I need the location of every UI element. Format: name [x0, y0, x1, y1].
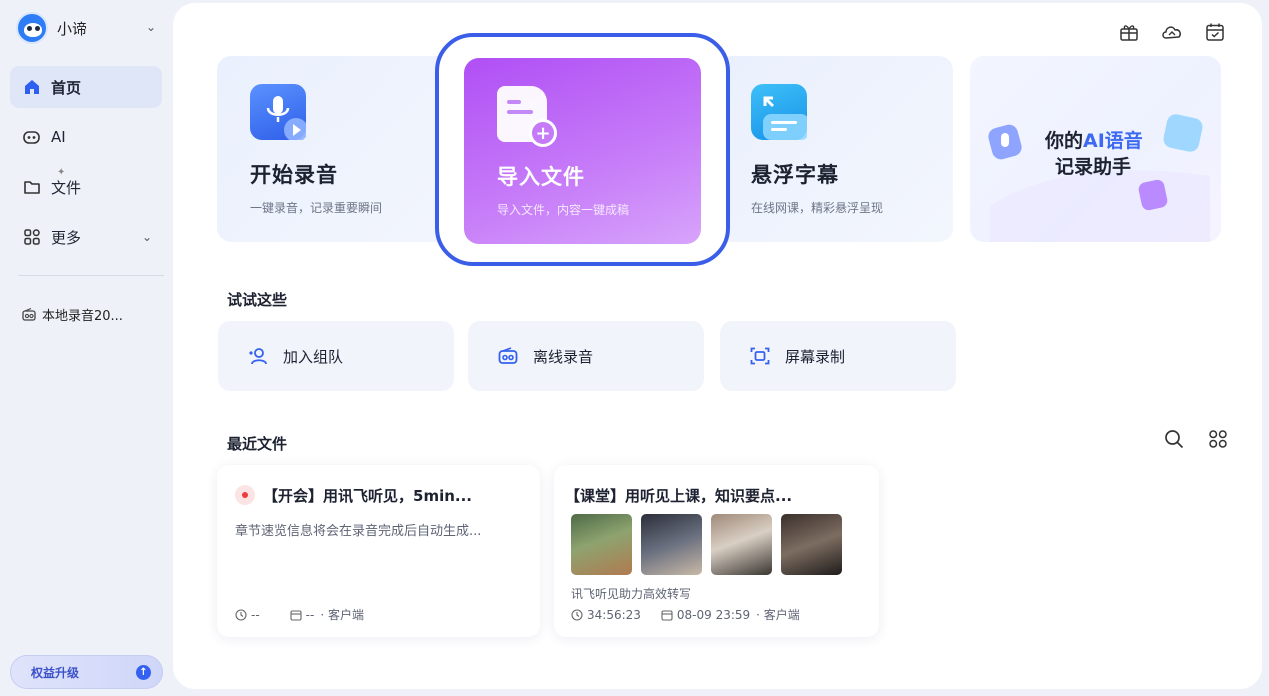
- floating-subtitle-card[interactable]: 悬浮字幕 在线网课，精彩悬浮呈现: [718, 56, 953, 242]
- ai-icon: [22, 127, 42, 147]
- mic-icon: [250, 84, 308, 142]
- sidebar-item-local-recording[interactable]: 本地录音20...: [22, 305, 123, 324]
- subtitle-icon: [751, 84, 809, 140]
- try-section-title: 试试这些: [227, 291, 288, 309]
- sidebar-item-label: 首页: [51, 78, 82, 97]
- sidebar-divider: [18, 275, 164, 276]
- file-title: 【开会】用讯飞听见，5min...: [263, 487, 472, 505]
- sidebar-item-home[interactable]: 首页: [10, 66, 162, 108]
- chevron-down-icon: ⌄: [145, 20, 156, 34]
- chevron-down-icon: ⌄: [141, 230, 152, 244]
- recent-file-card[interactable]: 【开会】用讯飞听见，5min... 章节速览信息将会在录音完成后自动生成... …: [217, 465, 540, 637]
- top-toolbar: [1116, 19, 1228, 45]
- upgrade-label: 权益升级: [31, 665, 80, 680]
- join-team-button[interactable]: 加入组队: [218, 321, 454, 391]
- thumbnail-image: [781, 514, 842, 575]
- recent-files-tools: [1164, 429, 1228, 453]
- calendar-small-icon: [290, 609, 302, 621]
- team-icon: [248, 347, 268, 365]
- try-item-label: 离线录音: [533, 347, 594, 366]
- card-title: 悬浮字幕: [751, 163, 839, 187]
- file-title: 【课堂】用听见上课，知识要点...: [565, 487, 793, 505]
- arrow-up-icon: ↑: [136, 665, 151, 680]
- screen-recording-button[interactable]: 屏幕录制: [720, 321, 956, 391]
- card-title: 开始录音: [250, 163, 338, 187]
- card-subtitle: 一键录音，记录重要瞬间: [250, 201, 383, 215]
- recording-dot-icon: [235, 485, 255, 505]
- recent-files-title: 最近文件: [227, 435, 288, 453]
- file-source: · 客户端: [756, 608, 800, 622]
- sidebar-item-ai[interactable]: AI: [10, 116, 162, 158]
- clock-icon: [235, 608, 247, 621]
- cloud-icon[interactable]: [1159, 19, 1185, 45]
- file-duration: --: [251, 607, 260, 622]
- radio-icon: [498, 347, 518, 365]
- promo-title-line2: 记录助手: [1055, 156, 1132, 178]
- user-menu[interactable]: 小谛 ⌄: [16, 12, 164, 44]
- promo-title-line1: 你的AI语音: [1045, 130, 1143, 152]
- card-subtitle: 导入文件，内容一键成稿: [497, 203, 630, 217]
- sidebar-item-label: 文件: [51, 178, 82, 197]
- card-title: 导入文件: [497, 165, 585, 189]
- sidebar-item-more[interactable]: 更多 ⌄: [10, 216, 162, 258]
- user-name: 小谛: [57, 19, 88, 38]
- thumbnail-image: [711, 514, 772, 575]
- grid-view-icon[interactable]: [1208, 429, 1228, 453]
- calendar-small-icon: [661, 609, 673, 621]
- file-meta: -- -- · 客户端: [235, 606, 364, 623]
- ai-assistant-promo[interactable]: 你的AI语音 记录助手: [970, 56, 1221, 242]
- card-subtitle: 在线网课，精彩悬浮呈现: [751, 201, 884, 215]
- offline-recording-button[interactable]: 离线录音: [468, 321, 704, 391]
- file-description: 章节速览信息将会在录音完成后自动生成...: [235, 524, 482, 539]
- file-thumbnails: [571, 514, 842, 575]
- thumbnail-image: [571, 514, 632, 575]
- file-icon: [22, 177, 42, 197]
- file-duration: 34:56:23: [587, 607, 641, 622]
- thumbnail-image: [641, 514, 702, 575]
- recent-file-card[interactable]: 【课堂】用听见上课，知识要点... 讯飞听见助力高效转写 34:56:23 08…: [554, 465, 879, 637]
- upgrade-button[interactable]: 权益升级 ↑: [10, 655, 163, 689]
- radio-icon: [22, 308, 36, 321]
- calendar-icon[interactable]: [1202, 19, 1228, 45]
- search-icon[interactable]: [1164, 429, 1184, 453]
- avatar: [16, 12, 48, 44]
- file-date: 08-09 23:59: [676, 607, 751, 622]
- sidebar-item-files[interactable]: 文件: [10, 166, 162, 208]
- home-icon: [22, 77, 42, 97]
- clock-icon: [571, 608, 583, 621]
- sidebar-item-label: 更多: [51, 228, 82, 247]
- import-file-card[interactable]: + 导入文件 导入文件，内容一键成稿: [464, 58, 701, 244]
- file-description: 讯飞听见助力高效转写: [571, 587, 692, 601]
- main-panel: 开始录音 一键录音，记录重要瞬间 悬浮字幕 在线网课，精彩悬浮呈现 你的AI语音…: [173, 3, 1262, 689]
- gift-icon[interactable]: [1116, 19, 1142, 45]
- try-item-label: 屏幕录制: [785, 347, 846, 366]
- plus-icon: +: [529, 119, 557, 147]
- screen-record-icon: [750, 347, 770, 365]
- file-source: · 客户端: [320, 608, 364, 622]
- local-recording-label: 本地录音20...: [42, 309, 123, 324]
- grid-icon: [22, 227, 42, 247]
- sidebar: 小谛 ⌄ 首页 AI ✦ 文件 更多 ⌄ 本地录音20... 权益升级 ↑: [0, 0, 172, 696]
- file-date: --: [305, 607, 315, 622]
- try-item-label: 加入组队: [283, 347, 344, 366]
- file-meta: 34:56:23 08-09 23:59 · 客户端: [571, 606, 800, 623]
- sidebar-item-label: AI: [51, 128, 66, 146]
